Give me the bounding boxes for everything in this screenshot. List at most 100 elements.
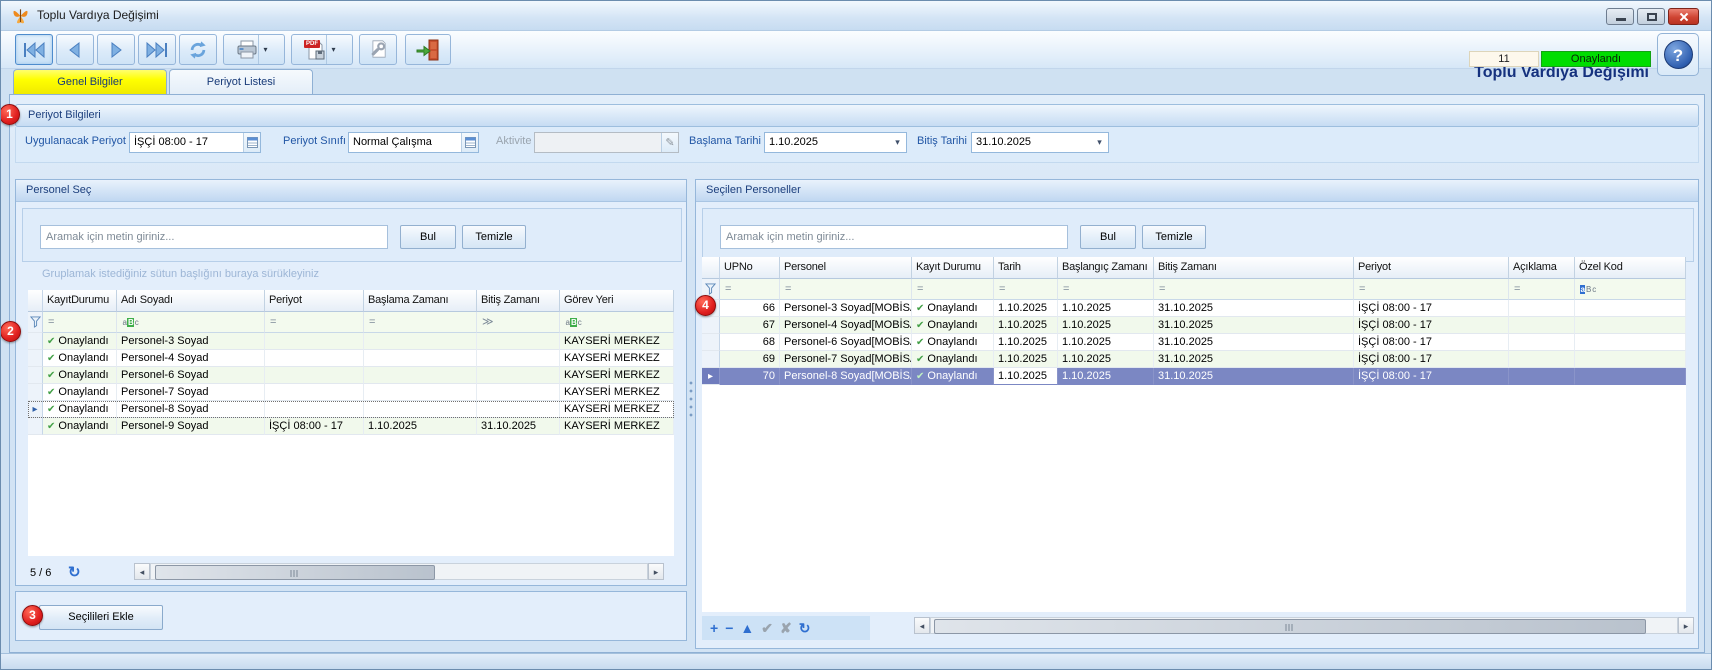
column-header-baslangic_zamani[interactable]: Başlangıç Zamanı bbox=[1058, 257, 1154, 279]
column-header-gorev_yeri[interactable]: Görev Yeri bbox=[560, 290, 674, 312]
export-pdf-button[interactable]: PDF ▾ bbox=[291, 34, 353, 65]
applied-period-lookup-button[interactable] bbox=[243, 133, 260, 152]
scroll-thumb[interactable] bbox=[934, 619, 1646, 634]
scroll-track[interactable] bbox=[150, 563, 648, 580]
panel-splitter[interactable] bbox=[687, 179, 695, 649]
filter-cell-ozel_kod[interactable]: aBc bbox=[1575, 279, 1686, 300]
column-header-upno[interactable]: UPNo bbox=[720, 257, 780, 279]
filter-cell-tarih[interactable]: = bbox=[994, 279, 1058, 300]
export-dropdown[interactable]: ▾ bbox=[326, 35, 340, 64]
tab-periyot-listesi[interactable]: Periyot Listesi bbox=[169, 69, 313, 94]
navigator-refresh-icon[interactable]: ↻ bbox=[799, 621, 811, 635]
cell-bitis_zamani: 31.10.2025 bbox=[1154, 300, 1354, 317]
scroll-left-arrow[interactable]: ◂ bbox=[134, 563, 150, 580]
filter-cell-baslangic_zamani[interactable]: = bbox=[1058, 279, 1154, 300]
clear-button[interactable]: Temizle bbox=[1142, 225, 1206, 249]
add-selected-button[interactable]: Seçilileri Ekle bbox=[39, 605, 163, 630]
scroll-left-arrow[interactable]: ◂ bbox=[914, 617, 930, 634]
last-record-button[interactable] bbox=[138, 34, 176, 65]
scroll-thumb[interactable] bbox=[155, 565, 435, 580]
pencil-icon: ✎ bbox=[665, 136, 674, 149]
table-row[interactable]: 69Personel-7 Soyad[MOBİSA✔Onaylandı1.10.… bbox=[702, 351, 1686, 368]
filter-cell-periyot[interactable]: = bbox=[1354, 279, 1509, 300]
column-header-personel[interactable]: Personel bbox=[780, 257, 912, 279]
exit-button[interactable] bbox=[405, 34, 451, 65]
column-header-kayit_durumu[interactable]: Kayıt Durumu bbox=[912, 257, 994, 279]
column-header-baslama_zamani[interactable]: Başlama Zamanı bbox=[364, 290, 477, 312]
scroll-right-arrow[interactable]: ▸ bbox=[1678, 617, 1694, 634]
next-record-button[interactable] bbox=[97, 34, 135, 65]
navigator-apply-icon[interactable]: ✔ bbox=[761, 621, 773, 635]
help-button[interactable]: ? bbox=[1657, 33, 1699, 76]
filter-cell-personel[interactable]: = bbox=[780, 279, 912, 300]
cell-periyot bbox=[265, 333, 364, 350]
column-header-kayit_durumu[interactable]: KayıtDurumu bbox=[43, 290, 117, 312]
end-date-picker[interactable]: 31.10.2025 ▾ bbox=[971, 132, 1109, 153]
table-row[interactable]: 66Personel-3 Soyad[MOBİSA✔Onaylandı1.10.… bbox=[702, 300, 1686, 317]
period-class-combo[interactable]: Normal Çalışma bbox=[348, 132, 479, 153]
cell-periyot bbox=[265, 401, 364, 418]
start-date-dropdown[interactable]: ▾ bbox=[889, 133, 906, 152]
navigator-remove-icon[interactable]: − bbox=[725, 621, 733, 635]
filter-cell-gorev_yeri[interactable]: aBc bbox=[560, 312, 674, 333]
column-header-adi_soyadi[interactable]: Adı Soyadı bbox=[117, 290, 265, 312]
applied-period-combo[interactable]: İŞÇİ 08:00 - 17 bbox=[129, 132, 261, 153]
filter-row-indicator[interactable] bbox=[28, 312, 43, 333]
period-class-lookup-button[interactable] bbox=[461, 133, 478, 152]
filter-cell-aciklama[interactable]: = bbox=[1509, 279, 1575, 300]
filter-cell-adi_soyadi[interactable]: aBc bbox=[117, 312, 265, 333]
personnel-grid-hscrollbar[interactable]: ◂ ▸ bbox=[134, 563, 664, 580]
maximize-button[interactable] bbox=[1637, 8, 1665, 25]
table-row[interactable]: ✔OnaylandıPersonel-6 SoyadKAYSERİ MERKEZ bbox=[28, 367, 674, 384]
filter-cell-bitis_zamani[interactable]: = bbox=[1154, 279, 1354, 300]
minimize-button[interactable] bbox=[1606, 8, 1634, 25]
tab-genel-bilgiler[interactable]: Genel Bilgiler bbox=[13, 69, 167, 94]
clear-button[interactable]: Temizle bbox=[462, 225, 526, 249]
navigator-cancel-icon[interactable]: ✘ bbox=[780, 621, 792, 635]
column-header-bitis_zamani[interactable]: Bitiş Zamanı bbox=[1154, 257, 1354, 279]
column-header-ozel_kod[interactable]: Özel Kod bbox=[1575, 257, 1686, 279]
cell-baslama_zamani bbox=[364, 350, 477, 367]
start-date-picker[interactable]: 1.10.2025 ▾ bbox=[764, 132, 907, 153]
find-button[interactable]: Bul bbox=[400, 225, 456, 249]
table-row[interactable]: ✔OnaylandıPersonel-9 SoyadİŞÇİ 08:00 - 1… bbox=[28, 418, 674, 435]
filter-cell-bitis_zamani[interactable]: ≫ bbox=[477, 312, 560, 333]
filter-cell-periyot[interactable]: = bbox=[265, 312, 364, 333]
table-row[interactable]: 67Personel-4 Soyad[MOBİSA✔Onaylandı1.10.… bbox=[702, 317, 1686, 334]
close-button[interactable] bbox=[1668, 8, 1699, 25]
settings-button[interactable] bbox=[359, 34, 397, 65]
column-header-bitis_zamani[interactable]: Bitiş Zamanı bbox=[477, 290, 560, 312]
grid-refresh-icon[interactable]: ↻ bbox=[68, 563, 81, 581]
selected-search-input[interactable] bbox=[720, 225, 1068, 249]
scroll-track[interactable] bbox=[930, 617, 1678, 634]
filter-cell-baslama_zamani[interactable]: = bbox=[364, 312, 477, 333]
cell-tarih: 1.10.2025 bbox=[994, 351, 1058, 368]
column-header-periyot[interactable]: Periyot bbox=[265, 290, 364, 312]
table-row[interactable]: ✔OnaylandıPersonel-4 SoyadKAYSERİ MERKEZ bbox=[28, 350, 674, 367]
table-row[interactable]: ▸70Personel-8 Soyad[MOBİSA✔Onaylandı1.10… bbox=[702, 368, 1686, 385]
column-header-aciklama[interactable]: Açıklama bbox=[1509, 257, 1575, 279]
scroll-right-arrow[interactable]: ▸ bbox=[648, 563, 664, 580]
selected-grid-hscrollbar[interactable]: ◂ ▸ bbox=[914, 617, 1694, 634]
find-button[interactable]: Bul bbox=[1080, 225, 1136, 249]
navigator-add-icon[interactable]: + bbox=[710, 621, 718, 635]
column-header-tarih[interactable]: Tarih bbox=[994, 257, 1058, 279]
filter-cell-upno[interactable]: = bbox=[720, 279, 780, 300]
table-row[interactable]: 68Personel-6 Soyad[MOBİSA✔Onaylandı1.10.… bbox=[702, 334, 1686, 351]
print-button[interactable]: ▾ bbox=[223, 34, 285, 65]
first-record-button[interactable] bbox=[15, 34, 53, 65]
cell-upno: 66 bbox=[720, 300, 780, 317]
end-date-dropdown[interactable]: ▾ bbox=[1091, 133, 1108, 152]
filter-cell-kayit_durumu[interactable]: = bbox=[43, 312, 117, 333]
personnel-search-input[interactable] bbox=[40, 225, 388, 249]
print-dropdown[interactable]: ▾ bbox=[258, 35, 272, 64]
table-row[interactable]: ✔OnaylandıPersonel-7 SoyadKAYSERİ MERKEZ bbox=[28, 384, 674, 401]
table-row[interactable]: ✔OnaylandıPersonel-3 SoyadKAYSERİ MERKEZ bbox=[28, 333, 674, 350]
grid-filter-row: ========aBc bbox=[702, 279, 1686, 300]
previous-record-button[interactable] bbox=[56, 34, 94, 65]
table-row[interactable]: ▸✔OnaylandıPersonel-8 SoyadKAYSERİ MERKE… bbox=[28, 401, 674, 418]
filter-cell-kayit_durumu[interactable]: = bbox=[912, 279, 994, 300]
navigator-edit-icon[interactable]: ▲ bbox=[740, 621, 754, 635]
refresh-button[interactable] bbox=[179, 34, 217, 65]
column-header-periyot[interactable]: Periyot bbox=[1354, 257, 1509, 279]
